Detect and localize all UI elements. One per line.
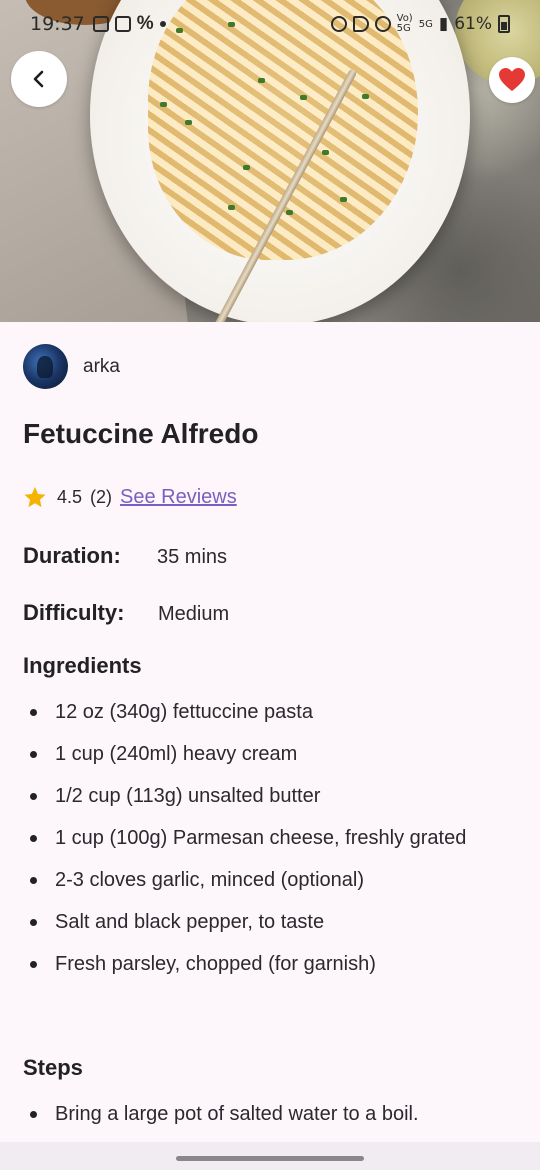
difficulty-row: Difficulty: Medium <box>23 600 229 626</box>
star-icon <box>24 487 46 508</box>
bullet-icon <box>30 793 37 800</box>
alarm-icon <box>330 16 347 32</box>
ingredients-heading: Ingredients <box>23 653 142 678</box>
battery-percentage: 61% <box>454 14 492 34</box>
mute-icon <box>352 16 369 32</box>
avatar <box>23 344 68 389</box>
list-item: 2-3 cloves garlic, minced (optional) <box>30 866 490 894</box>
steps-list: Bring a large pot of salted water to a b… <box>30 1100 490 1128</box>
list-item: 12 oz (340g) fettuccine pasta <box>30 698 490 726</box>
home-indicator[interactable] <box>176 1156 364 1161</box>
bullet-icon <box>30 877 37 884</box>
rating-value: 4.5 <box>57 487 83 507</box>
difficulty-value: Medium <box>158 603 230 625</box>
battery-icon <box>498 15 510 33</box>
duration-value: 35 mins <box>157 546 228 568</box>
list-item: 1 cup (100g) Parmesan cheese, freshly gr… <box>30 824 490 852</box>
status-time: 19:37 <box>30 13 85 35</box>
author-name: arka <box>83 355 120 377</box>
favorite-button[interactable] <box>489 57 535 103</box>
ingredients-list: 12 oz (340g) fettuccine pasta 1 cup (240… <box>30 698 490 992</box>
review-count: (2) <box>90 487 113 507</box>
difficulty-label: Difficulty: <box>23 600 125 625</box>
duration-label: Duration: <box>23 543 121 568</box>
list-item: Bring a large pot of salted water to a b… <box>30 1100 490 1128</box>
gallery-icon <box>92 16 109 32</box>
bullet-icon <box>30 709 37 716</box>
recipe-hero-image <box>0 0 540 322</box>
volte-icon: Vo) 5G <box>396 13 413 34</box>
linkedin-icon <box>114 16 131 32</box>
bullet-icon <box>30 835 37 842</box>
bullet-icon <box>30 751 37 758</box>
recipe-title: Fetuccine Alfredo <box>23 418 259 449</box>
duration-row: Duration: 35 mins <box>23 543 227 569</box>
chevron-left-icon <box>33 70 44 88</box>
more-notifications-icon <box>159 21 166 27</box>
hotspot-icon <box>374 16 391 32</box>
list-item: 1/2 cup (113g) unsalted butter <box>30 782 490 810</box>
bullet-icon <box>30 1111 37 1118</box>
bullet-icon <box>30 919 37 926</box>
list-item: Salt and black pepper, to taste <box>30 908 490 936</box>
5g-signal-icon: 5G <box>418 18 433 30</box>
signal-bars-icon: ▮ <box>438 14 449 34</box>
author-row[interactable]: arka <box>23 344 120 389</box>
back-button[interactable] <box>11 51 67 107</box>
steps-heading: Steps <box>23 1055 83 1080</box>
bullet-icon <box>30 961 37 968</box>
heart-icon <box>499 68 525 91</box>
status-bar: 19:37 % Vo) 5G 5G ▮ 61% <box>0 0 540 48</box>
list-item: 1 cup (240ml) heavy cream <box>30 740 490 768</box>
list-item: Fresh parsley, chopped (for garnish) <box>30 950 490 978</box>
rating-row: 4.5 (2) See Reviews <box>23 486 237 509</box>
see-reviews-link[interactable]: See Reviews <box>120 486 237 509</box>
percent-app-icon: % <box>136 13 154 34</box>
